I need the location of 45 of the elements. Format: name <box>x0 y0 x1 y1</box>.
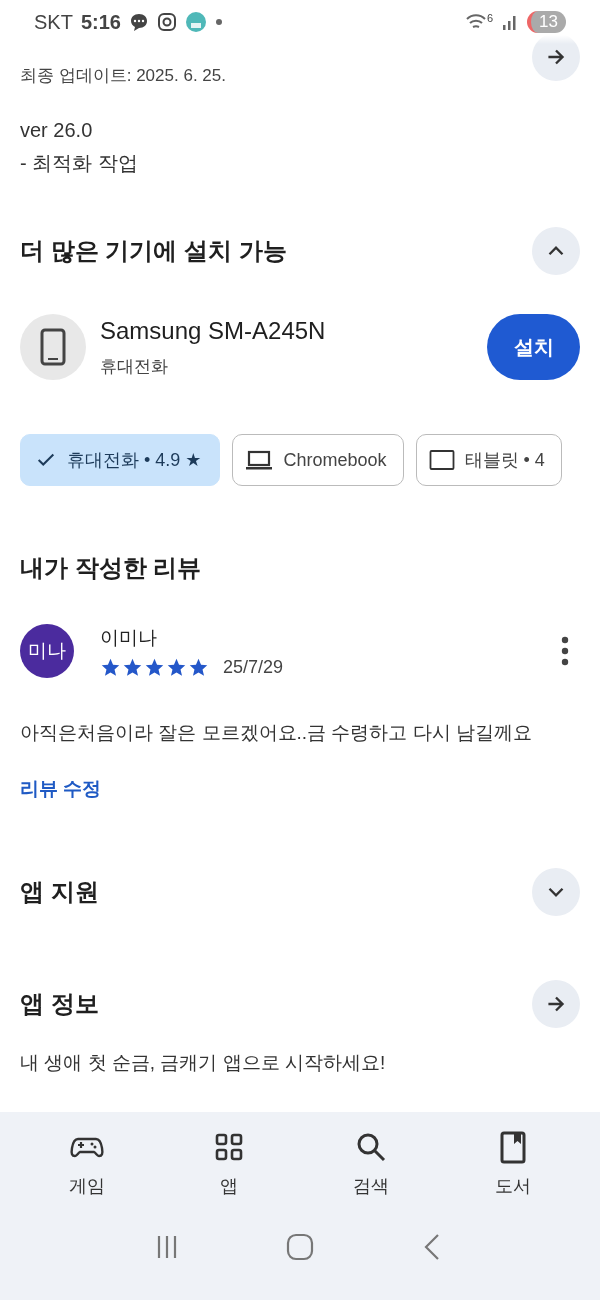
chat-icon <box>128 12 149 32</box>
wifi-label: 6 <box>486 12 494 24</box>
tablet-icon <box>428 449 455 471</box>
arrow-button[interactable] <box>532 980 580 1028</box>
edit-review-link[interactable]: 리뷰 수정 <box>20 776 102 802</box>
reviewer-name: 이미나 <box>100 625 158 650</box>
nav-tab[interactable]: 게임 <box>37 1120 137 1208</box>
app-icon <box>184 11 207 33</box>
device-filter-chip[interactable]: Chromebook <box>232 434 404 486</box>
app-description: 내 생애 첫 순금, 금캐기 앱으로 시작하세요! <box>20 1051 387 1075</box>
section-title: 앱 지원 <box>20 877 99 907</box>
device-filter-chip[interactable]: 태블릿 • 4 <box>415 434 562 486</box>
star-icon <box>122 656 143 678</box>
section-title: 더 많은 기기에 설치 가능 <box>20 236 287 266</box>
carrier-text: SKT <box>34 10 73 34</box>
review-date: 25/7/29 <box>223 656 284 678</box>
device-filter-chip[interactable]: 휴대전화 • 4.9 ★ <box>20 434 221 486</box>
star-icon <box>166 656 187 678</box>
more-options-icon[interactable] <box>560 636 570 666</box>
star-icon <box>144 656 165 678</box>
device-type: 휴대전화 <box>100 355 169 378</box>
device-name: Samsung SM-A245N <box>100 316 327 345</box>
clock-text: 5:16 <box>80 10 121 34</box>
install-button[interactable]: 설치 <box>487 314 580 380</box>
nav-tab[interactable]: 도서 <box>463 1120 563 1208</box>
dot-icon <box>214 18 223 26</box>
section-title: 앱 정보 <box>20 989 99 1019</box>
release-notes: - 최적화 작업 <box>20 151 139 176</box>
review-text: 아직은처음이라 잘은 모르겠어요..금 수령하고 다시 남길께요 <box>20 721 533 745</box>
last-updated-text: 최종 업데이트: 2025. 6. 25. <box>20 65 226 87</box>
star-icon <box>100 656 121 678</box>
avatar: 미나 <box>20 624 74 678</box>
version-text: ver 26.0 <box>20 119 94 142</box>
nav-tab[interactable]: 검색 <box>321 1120 421 1208</box>
battery-badge: 13 <box>527 11 566 33</box>
expand-button[interactable] <box>532 868 580 916</box>
section-title: 내가 작성한 리뷰 <box>20 553 203 583</box>
arrow-button[interactable] <box>532 33 580 81</box>
nav-tab[interactable]: 앱 <box>179 1120 279 1208</box>
laptop-icon <box>245 448 274 472</box>
home-icon[interactable] <box>285 1232 315 1262</box>
camera-icon <box>156 12 177 32</box>
collapse-button[interactable] <box>532 227 580 275</box>
wifi-icon <box>464 13 487 31</box>
star-icon <box>188 656 209 678</box>
